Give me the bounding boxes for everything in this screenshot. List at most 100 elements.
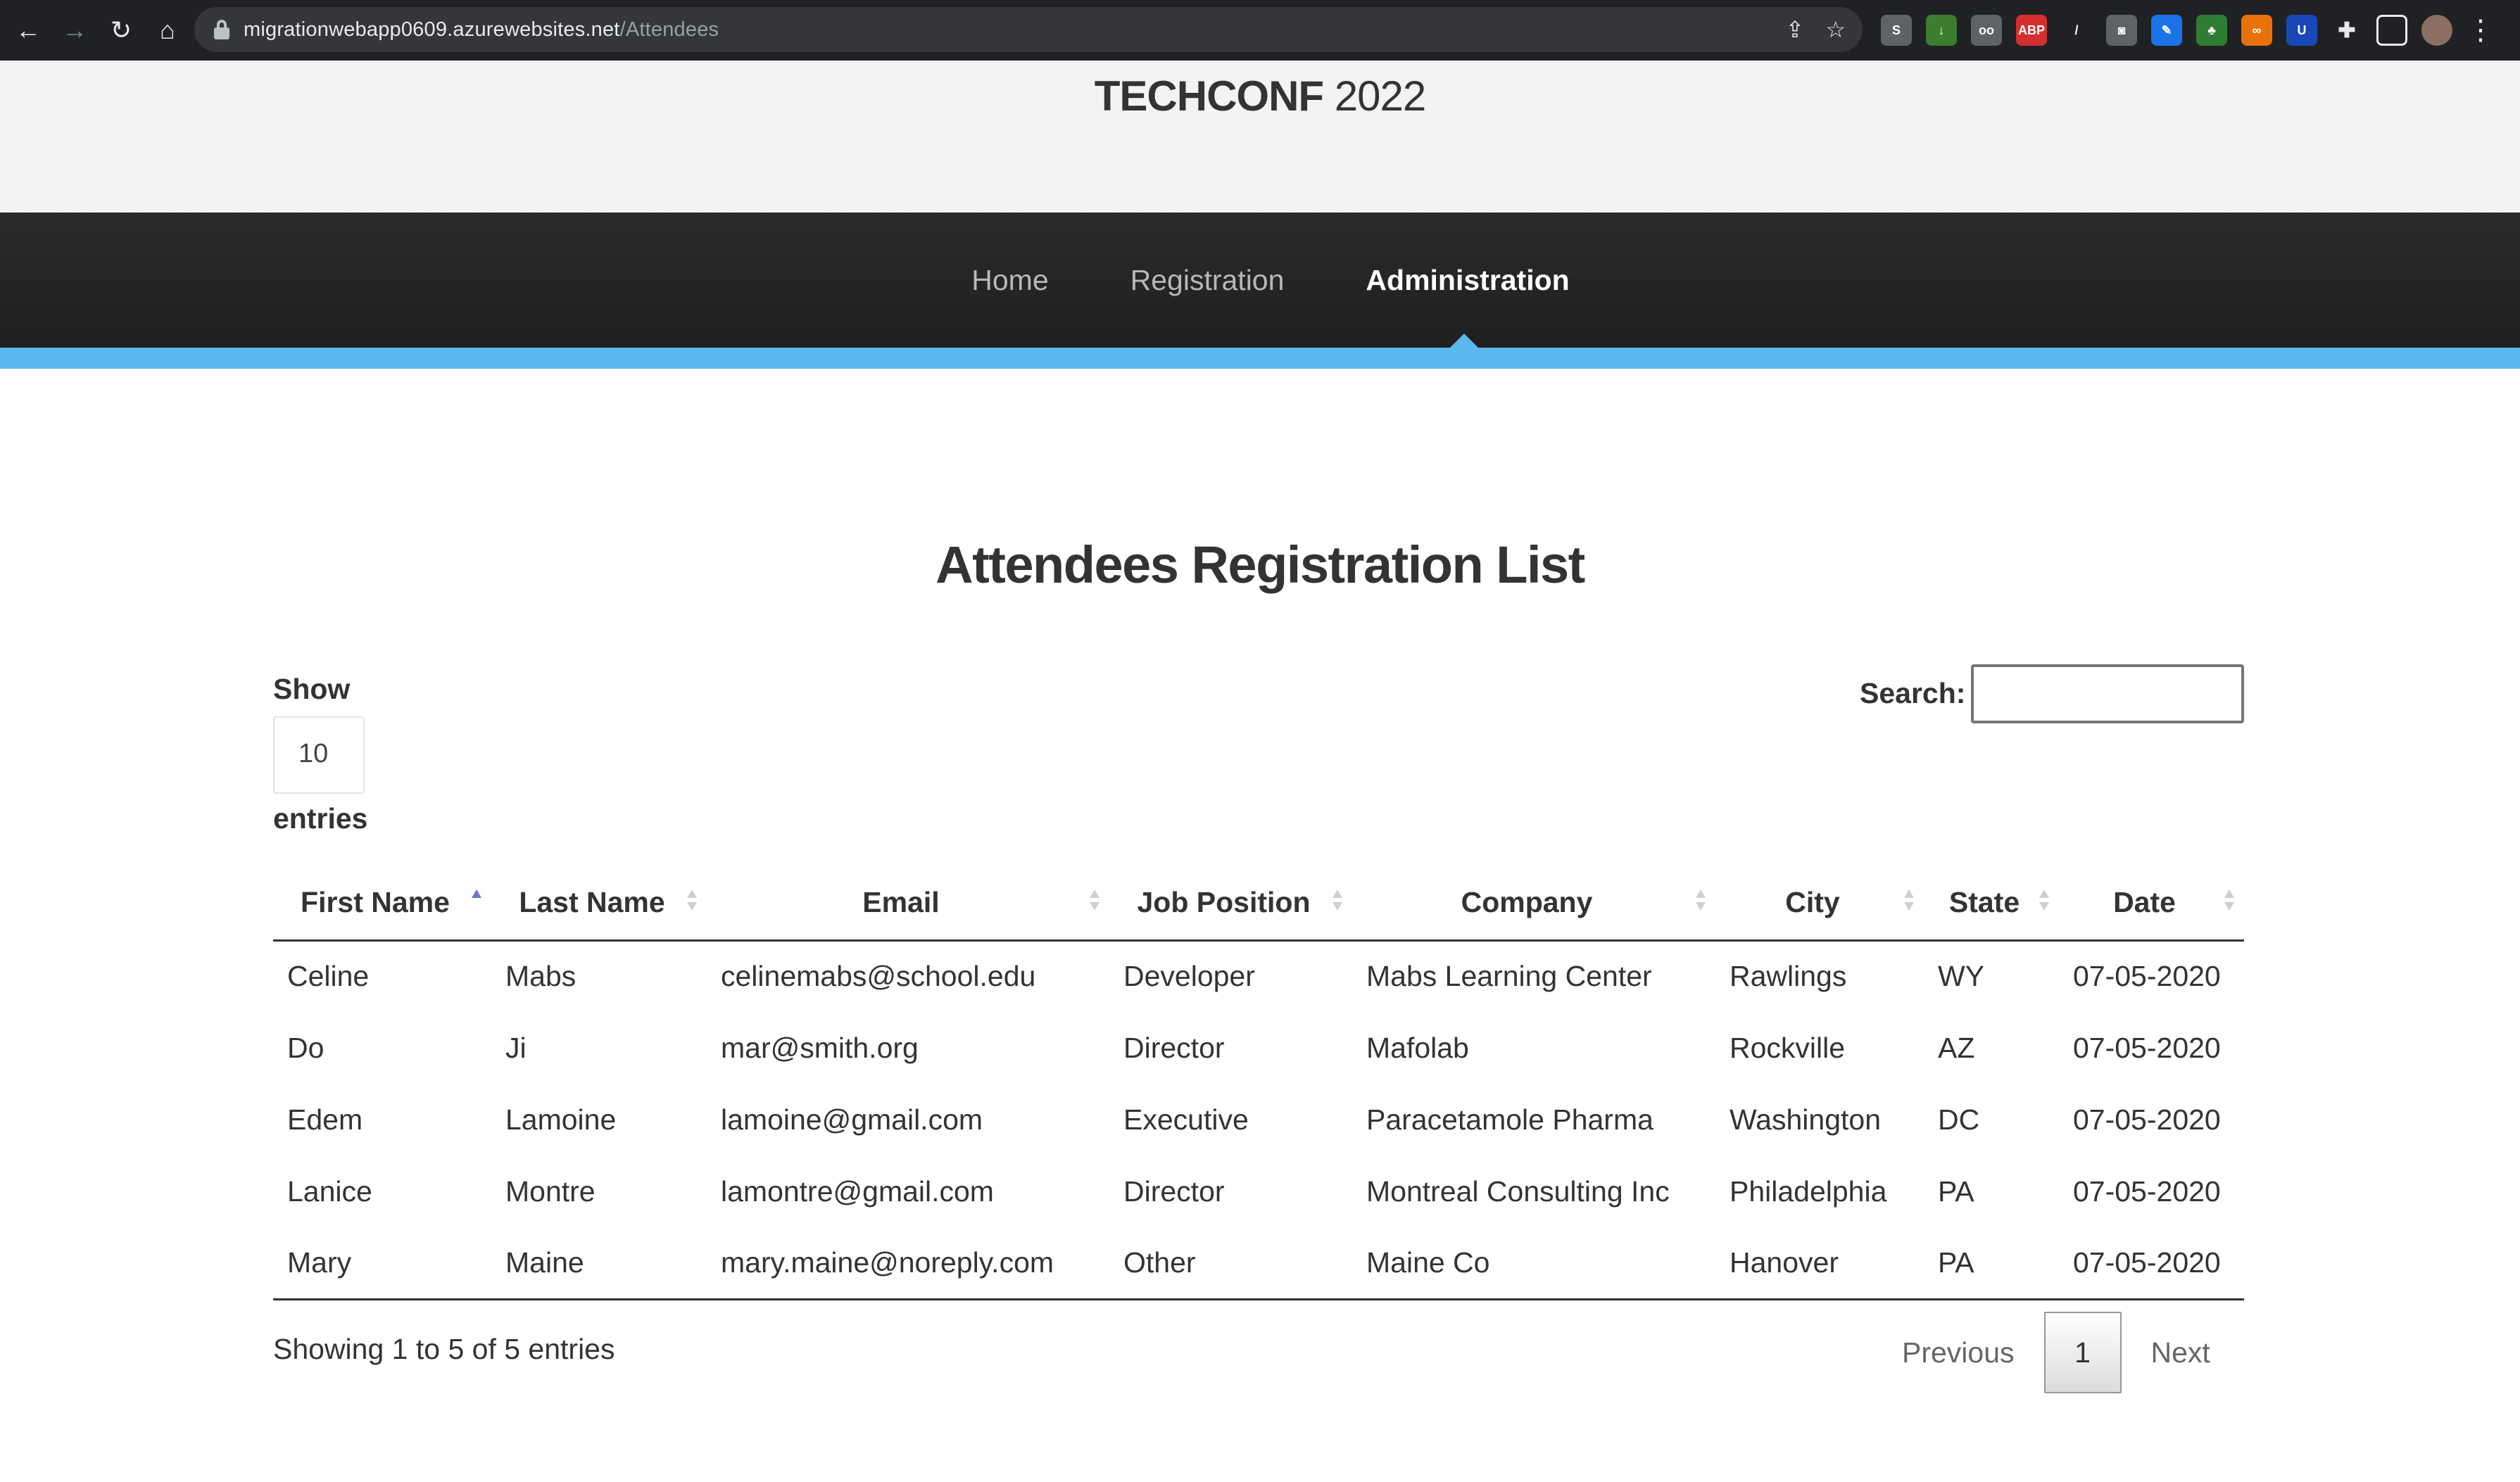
- accent-band: [0, 348, 2520, 369]
- search-label: Search:: [1860, 677, 1966, 709]
- table-cell: Mafolab: [1366, 1031, 1469, 1064]
- glasses-extension-icon[interactable]: oo: [1971, 15, 2002, 46]
- table-cell: AZ: [1938, 1031, 1975, 1064]
- sort-arrows-icon: [1333, 889, 1342, 913]
- pen-extension-icon[interactable]: /: [2061, 15, 2092, 46]
- table-cell: Montreal Consulting Inc: [1366, 1174, 1670, 1208]
- table-cell: 07-05-2020: [2073, 1103, 2221, 1136]
- search-input[interactable]: [1971, 664, 2244, 723]
- previous-page-button[interactable]: Previous: [1886, 1336, 2030, 1369]
- site-title[interactable]: TECHCONF 2022: [0, 72, 2520, 120]
- column-header-first-name[interactable]: First Name: [273, 866, 491, 942]
- table-cell: lamontre@gmail.com: [721, 1174, 994, 1208]
- table-cell: DC: [1938, 1103, 1980, 1136]
- column-header-label: Date: [2113, 885, 2176, 918]
- table-cell: 07-05-2020: [2073, 960, 2221, 993]
- skype-extension-icon[interactable]: S: [1881, 15, 1912, 46]
- column-header-city[interactable]: City: [1715, 866, 1924, 942]
- forward-arrow-icon[interactable]: →: [52, 8, 97, 53]
- table-cell: Other: [1109, 1227, 1352, 1300]
- site-header: TECHCONF 2022: [0, 61, 2520, 213]
- main-nav: Home Registration Administration: [0, 213, 2520, 348]
- bookmark-star-icon[interactable]: ☆: [1825, 16, 1846, 43]
- table-cell: Edem: [287, 1103, 363, 1136]
- entries-length-select[interactable]: 10: [273, 716, 365, 794]
- shield-extension-icon[interactable]: U: [2286, 15, 2317, 46]
- table-row: Edem Lamoine lamoine@gmail.com Executive Par…: [273, 1084, 2244, 1155]
- page-title: Attendees Registration List: [935, 536, 1585, 594]
- table-cell: Maine: [491, 1227, 707, 1300]
- sort-arrows-icon: [472, 889, 481, 913]
- table-cell: WY: [1938, 960, 1985, 993]
- table-cell: lamoine@gmail.com: [721, 1103, 983, 1136]
- reload-icon[interactable]: ↻: [99, 8, 144, 53]
- sort-arrows-icon: [1090, 889, 1100, 913]
- column-header-label: Job Position: [1137, 885, 1311, 918]
- table-cell: PA: [1938, 1174, 1974, 1208]
- adblock-plus-icon[interactable]: ABP: [2016, 15, 2047, 46]
- url-text: migrationwebapp0609.azurewebsites.net/At…: [244, 18, 719, 41]
- table-cell: Lamoine: [505, 1103, 617, 1136]
- column-header-label: Email: [862, 885, 940, 918]
- camera-extension-icon[interactable]: ◙: [2106, 15, 2137, 46]
- share-icon[interactable]: ⇪: [1786, 16, 1805, 43]
- sort-arrows-icon: [1904, 889, 1914, 913]
- nav-home[interactable]: Home: [971, 264, 1048, 297]
- table-cell: 07-05-2020: [2073, 1031, 2221, 1064]
- extensions-bar: S ↓ oo ABP / ◙ ✎ ♣ ∞ U ✚ ⋮: [1881, 0, 2495, 61]
- table-cell: 07-05-2020: [2073, 1174, 2221, 1208]
- puzzle-extensions-icon[interactable]: ✚: [2331, 15, 2362, 46]
- attendees-table: First Name Last Name Email Job Position Comp…: [273, 866, 2244, 1300]
- tree-extension-icon[interactable]: ♣: [2196, 15, 2227, 46]
- table-cell: Mary: [273, 1227, 491, 1300]
- back-arrow-icon[interactable]: ←: [6, 8, 51, 53]
- nav-registration[interactable]: Registration: [1130, 264, 1285, 297]
- table-cell: Ji: [505, 1031, 527, 1064]
- table-row: Lanice Montre lamontre@gmail.com Director Mo…: [273, 1155, 2244, 1227]
- column-header-state[interactable]: State: [1924, 866, 2059, 942]
- table-cell: Celine: [287, 960, 370, 993]
- table-cell: Developer: [1123, 960, 1255, 993]
- sort-arrows-icon: [2039, 889, 2049, 913]
- table-row: Mary Maine mary.maine@noreply.com Other Main…: [273, 1227, 2244, 1300]
- entries-label: entries: [273, 802, 368, 835]
- next-page-button[interactable]: Next: [2136, 1336, 2226, 1369]
- sort-arrows-icon: [687, 889, 697, 913]
- page-1-button[interactable]: 1: [2043, 1312, 2122, 1393]
- table-info: Showing 1 to 5 of 5 entries: [273, 1333, 615, 1365]
- table-cell: Mabs: [505, 960, 577, 993]
- column-header-email[interactable]: Email: [707, 866, 1109, 942]
- lock-icon: [214, 20, 229, 39]
- column-header-label: First Name: [301, 885, 450, 918]
- column-header-label: State: [1948, 885, 2020, 918]
- side-panel-icon[interactable]: [2376, 15, 2407, 46]
- table-cell: Philadelphia: [1730, 1174, 1887, 1208]
- nav-administration[interactable]: Administration: [1366, 264, 1569, 297]
- table-cell: Rawlings: [1730, 960, 1847, 993]
- show-label: Show: [273, 673, 351, 705]
- table-cell: Director: [1123, 1174, 1225, 1208]
- table-cell: mar@smith.org: [721, 1031, 919, 1064]
- profile-avatar[interactable]: [2421, 15, 2452, 46]
- column-header-label: City: [1785, 885, 1840, 918]
- address-bar[interactable]: migrationwebapp0609.azurewebsites.net/At…: [194, 7, 1863, 52]
- column-header-last-name[interactable]: Last Name: [491, 866, 707, 942]
- column-header-date[interactable]: Date: [2059, 866, 2244, 942]
- browser-menu-icon[interactable]: ⋮: [2467, 14, 2495, 46]
- table-cell: Montre: [505, 1174, 596, 1208]
- table-cell: Hanover: [1715, 1227, 1924, 1300]
- column-header-job-position[interactable]: Job Position: [1109, 866, 1352, 942]
- sort-arrows-icon: [2224, 889, 2234, 913]
- link-extension-icon[interactable]: ∞: [2241, 15, 2272, 46]
- table-cell: Washington: [1730, 1103, 1881, 1136]
- feather-extension-icon[interactable]: ✎: [2151, 15, 2182, 46]
- pagination: Previous 1 Next: [1886, 1312, 2226, 1393]
- column-header-company[interactable]: Company: [1352, 866, 1715, 942]
- table-cell: mary.maine@noreply.com: [707, 1227, 1109, 1300]
- table-cell: Executive: [1123, 1103, 1249, 1136]
- active-nav-pointer: [1450, 334, 1478, 348]
- home-icon[interactable]: ⌂: [145, 8, 190, 53]
- column-header-label: Company: [1461, 885, 1593, 918]
- download-extension-icon[interactable]: ↓: [1926, 15, 1957, 46]
- browser-toolbar: ← → ↻ ⌂ migrationwebapp0609.azurewebsite…: [0, 0, 2520, 61]
